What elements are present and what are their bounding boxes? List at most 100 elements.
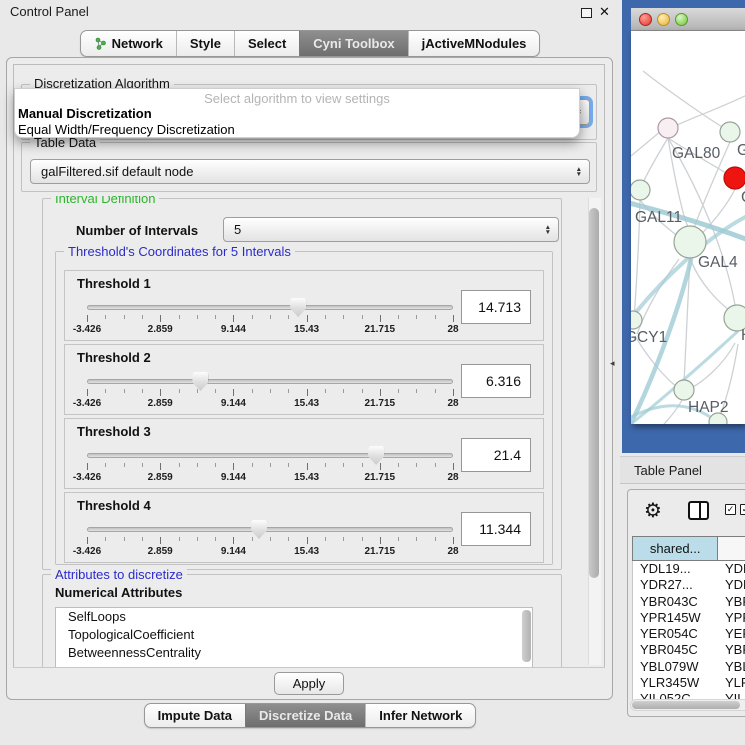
column-header-name[interactable]: n (718, 537, 745, 560)
tab-label: Network (112, 36, 163, 51)
table-cell[interactable]: YLR3 (719, 675, 745, 691)
table-data-combobox[interactable]: galFiltered.sif default node ▲▼ (30, 159, 590, 184)
table-row[interactable]: YDL19...YDL1 (633, 561, 745, 577)
dropdown-hint-item[interactable]: Select algorithm to view settings (15, 91, 579, 106)
slider-tick-label: 15.43 (294, 324, 319, 335)
attribute-item[interactable]: SelfLoops (56, 608, 532, 626)
split-divider-handle[interactable]: ◂ (610, 358, 615, 369)
mac-zoom-button[interactable] (675, 13, 688, 26)
slider-tick (398, 463, 399, 467)
mac-minimize-button[interactable] (657, 13, 670, 26)
table-row[interactable]: YLR345WYLR3 (633, 675, 745, 691)
slider-tick (288, 537, 289, 541)
slider-tick (288, 389, 289, 393)
slider-tick-label: 2.859 (148, 546, 173, 557)
slider-tick (435, 463, 436, 467)
column-header-shared-name[interactable]: shared... (633, 537, 718, 560)
table-cell[interactable]: YER0 (719, 626, 745, 642)
table-row[interactable]: YBR045CYBR0 (633, 642, 745, 658)
slider-tick-label: 21.715 (365, 398, 396, 409)
table-row[interactable]: YER054CYER0 (633, 626, 745, 642)
checkbox-icon[interactable]: ✓ (725, 504, 736, 515)
horizontal-scrollbar-track[interactable] (630, 699, 745, 711)
split-columns-icon[interactable] (688, 501, 709, 520)
network-node-selected[interactable] (724, 167, 745, 189)
network-node[interactable] (674, 380, 694, 400)
threshold-value-field[interactable]: 11.344 (461, 512, 531, 546)
slider-tick (362, 463, 363, 467)
threshold-slider[interactable]: -3.4262.8599.14415.4321.71528 (79, 445, 461, 487)
slider-tick-label: 2.859 (148, 472, 173, 483)
table-cell[interactable]: YBL0 (719, 659, 745, 675)
slider-tick (160, 463, 161, 470)
table-cell[interactable]: YBL079W (633, 659, 719, 675)
tab-cyni-toolbox[interactable]: Cyni Toolbox (299, 31, 407, 56)
threshold-value-field[interactable]: 14.713 (461, 290, 531, 324)
threshold-slider[interactable]: -3.4262.8599.14415.4321.71528 (79, 371, 461, 413)
apply-button[interactable]: Apply (274, 672, 344, 695)
table-row[interactable]: YPR145WYPR1 (633, 610, 745, 626)
network-window-titlebar[interactable] (631, 8, 745, 31)
tab-impute-data[interactable]: Impute Data (145, 704, 245, 727)
gear-icon[interactable]: ⚙ (644, 498, 662, 523)
scrollbar-thumb[interactable] (589, 208, 599, 578)
attribute-item[interactable]: BetweennessCentrality (56, 644, 532, 662)
bottom-tab-bar: Impute Data Discretize Data Infer Networ… (0, 703, 620, 728)
tab-jactivemnodules[interactable]: jActiveMNodules (408, 31, 540, 56)
table-cell[interactable]: YBR045C (633, 642, 719, 658)
checkbox-icon[interactable]: ✓ (740, 504, 745, 515)
table-cell[interactable]: YLR345W (633, 675, 719, 691)
combo-value: galFiltered.sif default node (41, 164, 193, 179)
horizontal-scrollbar-thumb[interactable] (632, 701, 740, 709)
tab-select[interactable]: Select (234, 31, 299, 56)
attribute-item[interactable]: TopologicalCoefficient (56, 626, 532, 644)
dropdown-item-equal-width[interactable]: Equal Width/Frequency Discretization (18, 122, 235, 137)
tab-style[interactable]: Style (176, 31, 234, 56)
network-node[interactable] (631, 180, 650, 200)
table-cell[interactable]: YBR0 (719, 642, 745, 658)
slider-ticks (87, 315, 453, 323)
threshold-slider[interactable]: -3.4262.8599.14415.4321.71528 (79, 297, 461, 339)
close-icon[interactable]: ✕ (599, 4, 610, 20)
tab-label: Style (190, 36, 221, 51)
tab-discretize-data[interactable]: Discretize Data (245, 704, 365, 727)
float-window-icon[interactable] (581, 8, 592, 18)
table-row[interactable]: YDR27...YDR2 (633, 577, 745, 593)
slider-tick (105, 315, 106, 319)
threshold-value-field[interactable]: 21.4 (461, 438, 531, 472)
num-intervals-combobox[interactable]: 5 ▲▼ (223, 217, 559, 242)
network-node[interactable] (720, 122, 740, 142)
table-cell[interactable]: YPR1 (719, 610, 745, 626)
dropdown-item-manual[interactable]: Manual Discretization (18, 106, 152, 121)
table-cell[interactable]: YBR043C (633, 594, 719, 610)
slider-tick (270, 389, 271, 393)
slider-tick-label: 15.43 (294, 398, 319, 409)
tab-label: Infer Network (379, 708, 462, 723)
slider-tick (325, 389, 326, 393)
network-node[interactable] (658, 118, 678, 138)
table-cell[interactable]: YDR2 (719, 577, 745, 593)
tab-network[interactable]: Network (81, 31, 176, 56)
table-cell[interactable]: YDR27... (633, 577, 719, 593)
network-canvas[interactable]: GAL80G.CGAL11GAL4GCY1HHAP2 (631, 31, 745, 424)
settings-scroll-area: Interval Definition Number of Intervals … (13, 196, 605, 667)
threshold-slider[interactable]: -3.4262.8599.14415.4321.71528 (79, 519, 461, 561)
table-cell[interactable]: YDL1 (719, 561, 745, 577)
slider-tick (270, 315, 271, 319)
table-cell[interactable]: YDL19... (633, 561, 719, 577)
table-cell[interactable]: YBR0 (719, 594, 745, 610)
threshold-panel: Threshold 2 -3.4262.8599.14415.4321.7152… (64, 344, 544, 415)
node-table: shared... n YDL19...YDL1YDR27...YDR2YBR0… (632, 536, 745, 708)
table-row[interactable]: YBR043CYBR0 (633, 594, 745, 610)
mac-close-button[interactable] (639, 13, 652, 26)
combo-value: 5 (234, 222, 241, 237)
threshold-value-field[interactable]: 6.316 (461, 364, 531, 398)
slider-tick (362, 537, 363, 541)
list-scrollbar[interactable] (522, 610, 531, 662)
table-cell[interactable]: YER054C (633, 626, 719, 642)
slider-tick (179, 389, 180, 393)
table-cell[interactable]: YPR145W (633, 610, 719, 626)
table-row[interactable]: YBL079WYBL0 (633, 659, 745, 675)
tab-infer-network[interactable]: Infer Network (365, 704, 475, 727)
slider-tick (380, 389, 381, 396)
